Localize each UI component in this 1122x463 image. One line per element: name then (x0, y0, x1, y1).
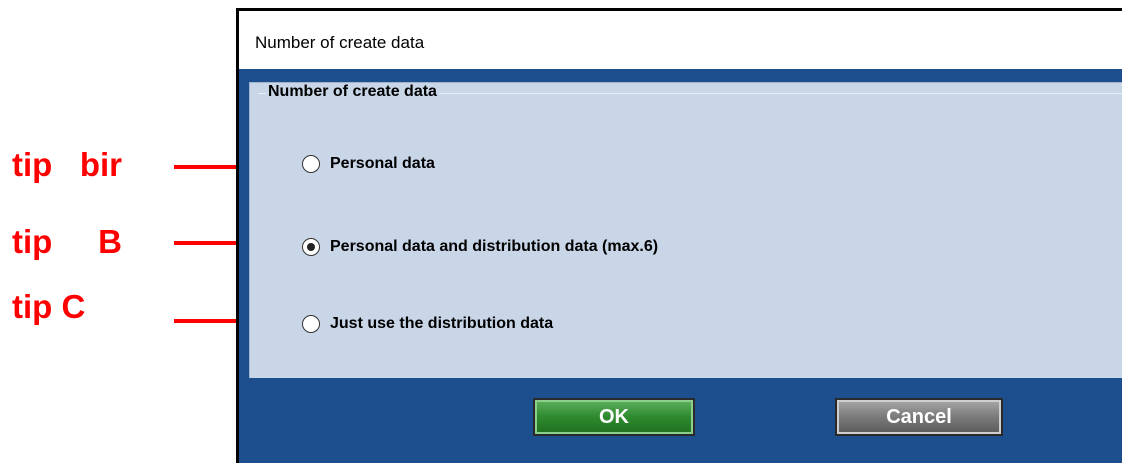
group-title: Number of create data (266, 83, 439, 101)
radio-option-personal-and-distribution[interactable]: Personal data and distribution data (max… (302, 238, 658, 256)
annotation-label-b: tip B (12, 223, 122, 260)
window-title: Number of create data (255, 33, 425, 52)
radio-option-personal-data[interactable]: Personal data (302, 155, 435, 173)
dialog-window: Number of create data Number of create d… (236, 8, 1122, 463)
option-label: Personal data (330, 155, 435, 172)
option-label: Just use the distribution data (330, 315, 554, 332)
annotation-label-c: tip C (12, 288, 86, 325)
option-label: Personal data and distribution data (max… (330, 238, 659, 255)
radio-button[interactable] (302, 315, 320, 333)
title-bar: Number of create data (239, 11, 1122, 69)
radio-option-distribution-only[interactable]: Just use the distribution data (302, 315, 553, 333)
ok-button[interactable]: OK (533, 398, 695, 436)
annotation-label-a: tip bir (12, 146, 122, 183)
radio-button[interactable] (302, 155, 320, 173)
radio-button[interactable] (302, 238, 320, 256)
radio-selected-dot (306, 242, 315, 251)
options-group: Number of create data Personal data Pers… (249, 82, 1122, 378)
cancel-button[interactable]: Cancel (835, 398, 1003, 436)
